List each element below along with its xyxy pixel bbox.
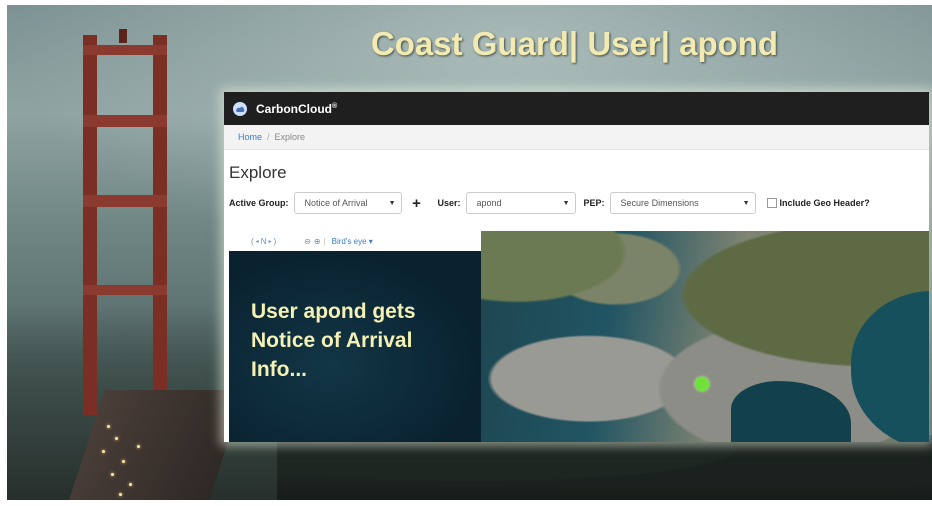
tree-silhouette <box>277 435 932 500</box>
breadcrumb-separator: / <box>267 132 270 142</box>
map-caption: User apond gets Notice of Arrival Info..… <box>251 300 416 381</box>
map-toolbar: ( ◂ N ▸ ) ⊖ ⊕ | Bird's eye ▾ <box>229 231 481 251</box>
pep-label: PEP: <box>583 198 605 208</box>
zoom-controls: ⊖ ⊕ | <box>304 236 326 246</box>
compass-north-label: N <box>260 236 267 246</box>
carboncloud-window: CarbonCloud® Home / Explore Explore Acti… <box>224 92 929 442</box>
cloud-logo-icon[interactable] <box>232 101 248 117</box>
zoom-in-icon[interactable]: ⊕ <box>314 237 321 246</box>
active-group-label: Active Group: <box>229 198 289 208</box>
zoom-out-icon[interactable]: ⊖ <box>304 237 311 246</box>
geo-header-option[interactable]: Include Geo Header? <box>766 198 870 208</box>
slide-title: Coast Guard| User| apond <box>370 25 779 62</box>
pep-select[interactable]: Secure Dimensions ▼ <box>609 192 756 214</box>
satellite-imagery[interactable] <box>481 231 929 442</box>
top-navbar: CarbonCloud® <box>224 92 929 125</box>
active-group-value: Notice of Arrival <box>304 198 368 208</box>
breadcrumb: Home / Explore <box>224 125 929 150</box>
compass-icon[interactable]: ( ◂ N ▸ ) <box>251 237 276 246</box>
breadcrumb-current: Explore <box>274 132 306 142</box>
user-label: User: <box>437 198 461 208</box>
birds-eye-button[interactable]: Bird's eye ▾ <box>332 237 373 246</box>
pep-value: Secure Dimensions <box>620 198 699 208</box>
geo-header-checkbox[interactable] <box>766 198 777 208</box>
map-view[interactable]: ( ◂ N ▸ ) ⊖ ⊕ | Bird's eye ▾ User apond … <box>229 231 929 442</box>
active-group-select[interactable]: Notice of Arrival ▼ <box>293 192 402 214</box>
geo-header-label: Include Geo Header? <box>779 198 870 208</box>
user-value: apond <box>476 198 502 208</box>
location-marker-icon[interactable] <box>695 377 709 391</box>
chevron-down-icon: ▼ <box>742 199 750 207</box>
add-group-button[interactable]: + <box>407 193 427 213</box>
filter-bar: Active Group: Notice of Arrival ▼ + User… <box>224 188 929 218</box>
chevron-down-icon: ▼ <box>562 199 570 207</box>
brand-name[interactable]: CarbonCloud® <box>256 102 337 116</box>
chevron-down-icon: ▼ <box>388 199 396 207</box>
page-title: Explore <box>229 163 287 182</box>
breadcrumb-home-link[interactable]: Home <box>238 132 262 142</box>
user-select[interactable]: apond ▼ <box>465 192 576 214</box>
